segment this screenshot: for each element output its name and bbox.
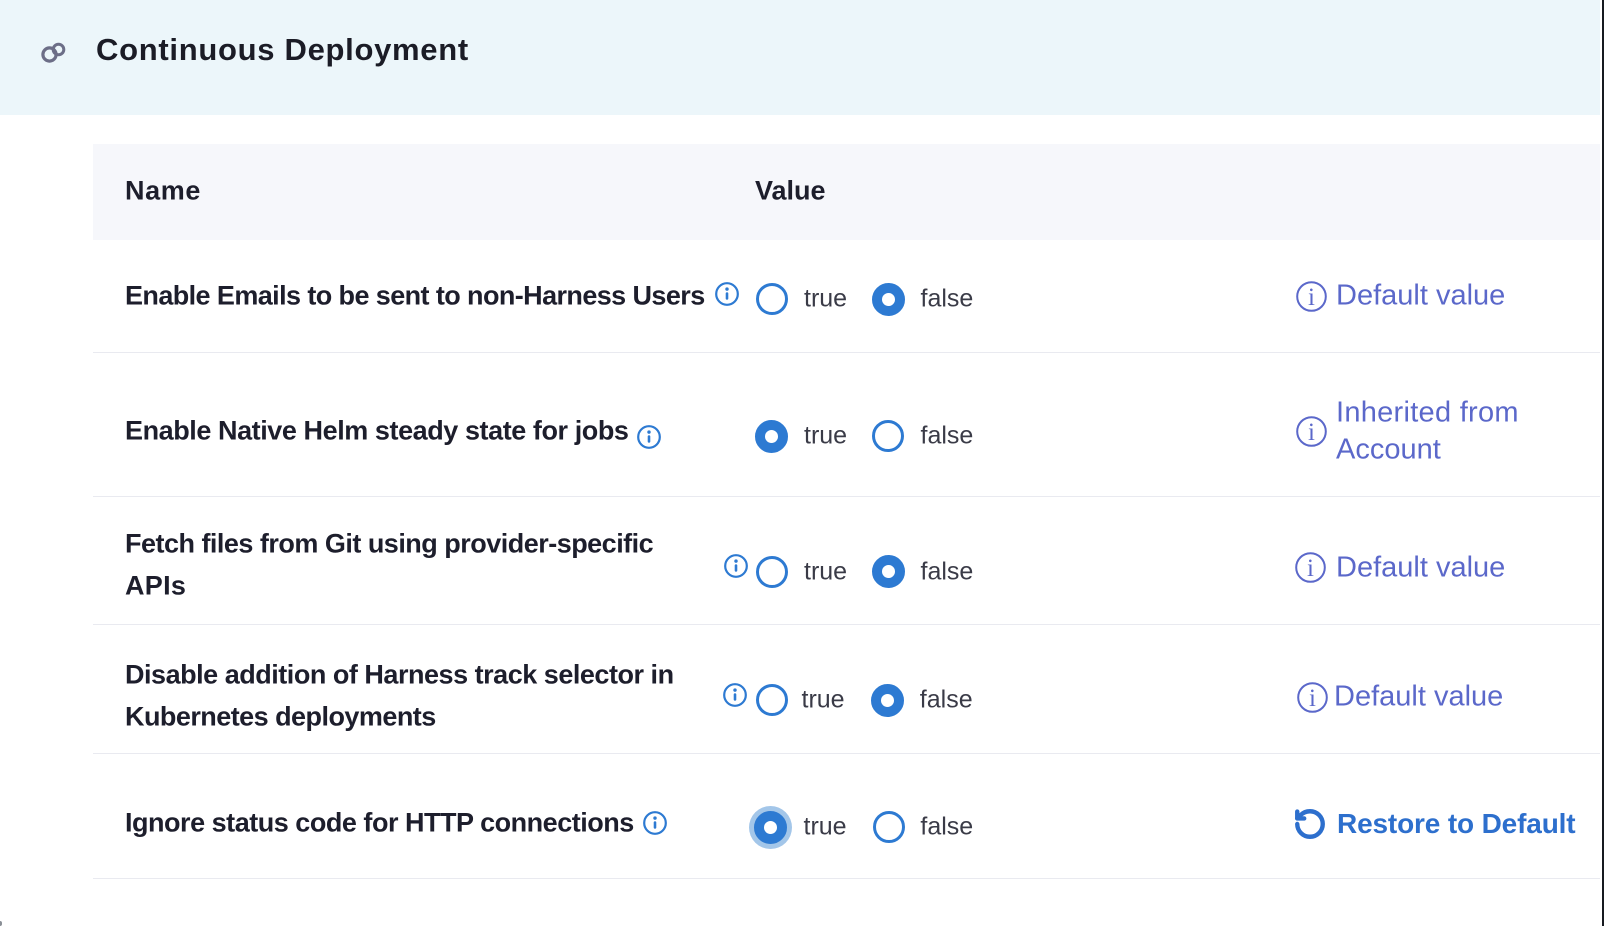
svg-text:i: i [1308,283,1315,310]
svg-text:i: i [1308,419,1315,446]
svg-text:i: i [1309,685,1316,712]
svg-text:i: i [1307,554,1314,581]
